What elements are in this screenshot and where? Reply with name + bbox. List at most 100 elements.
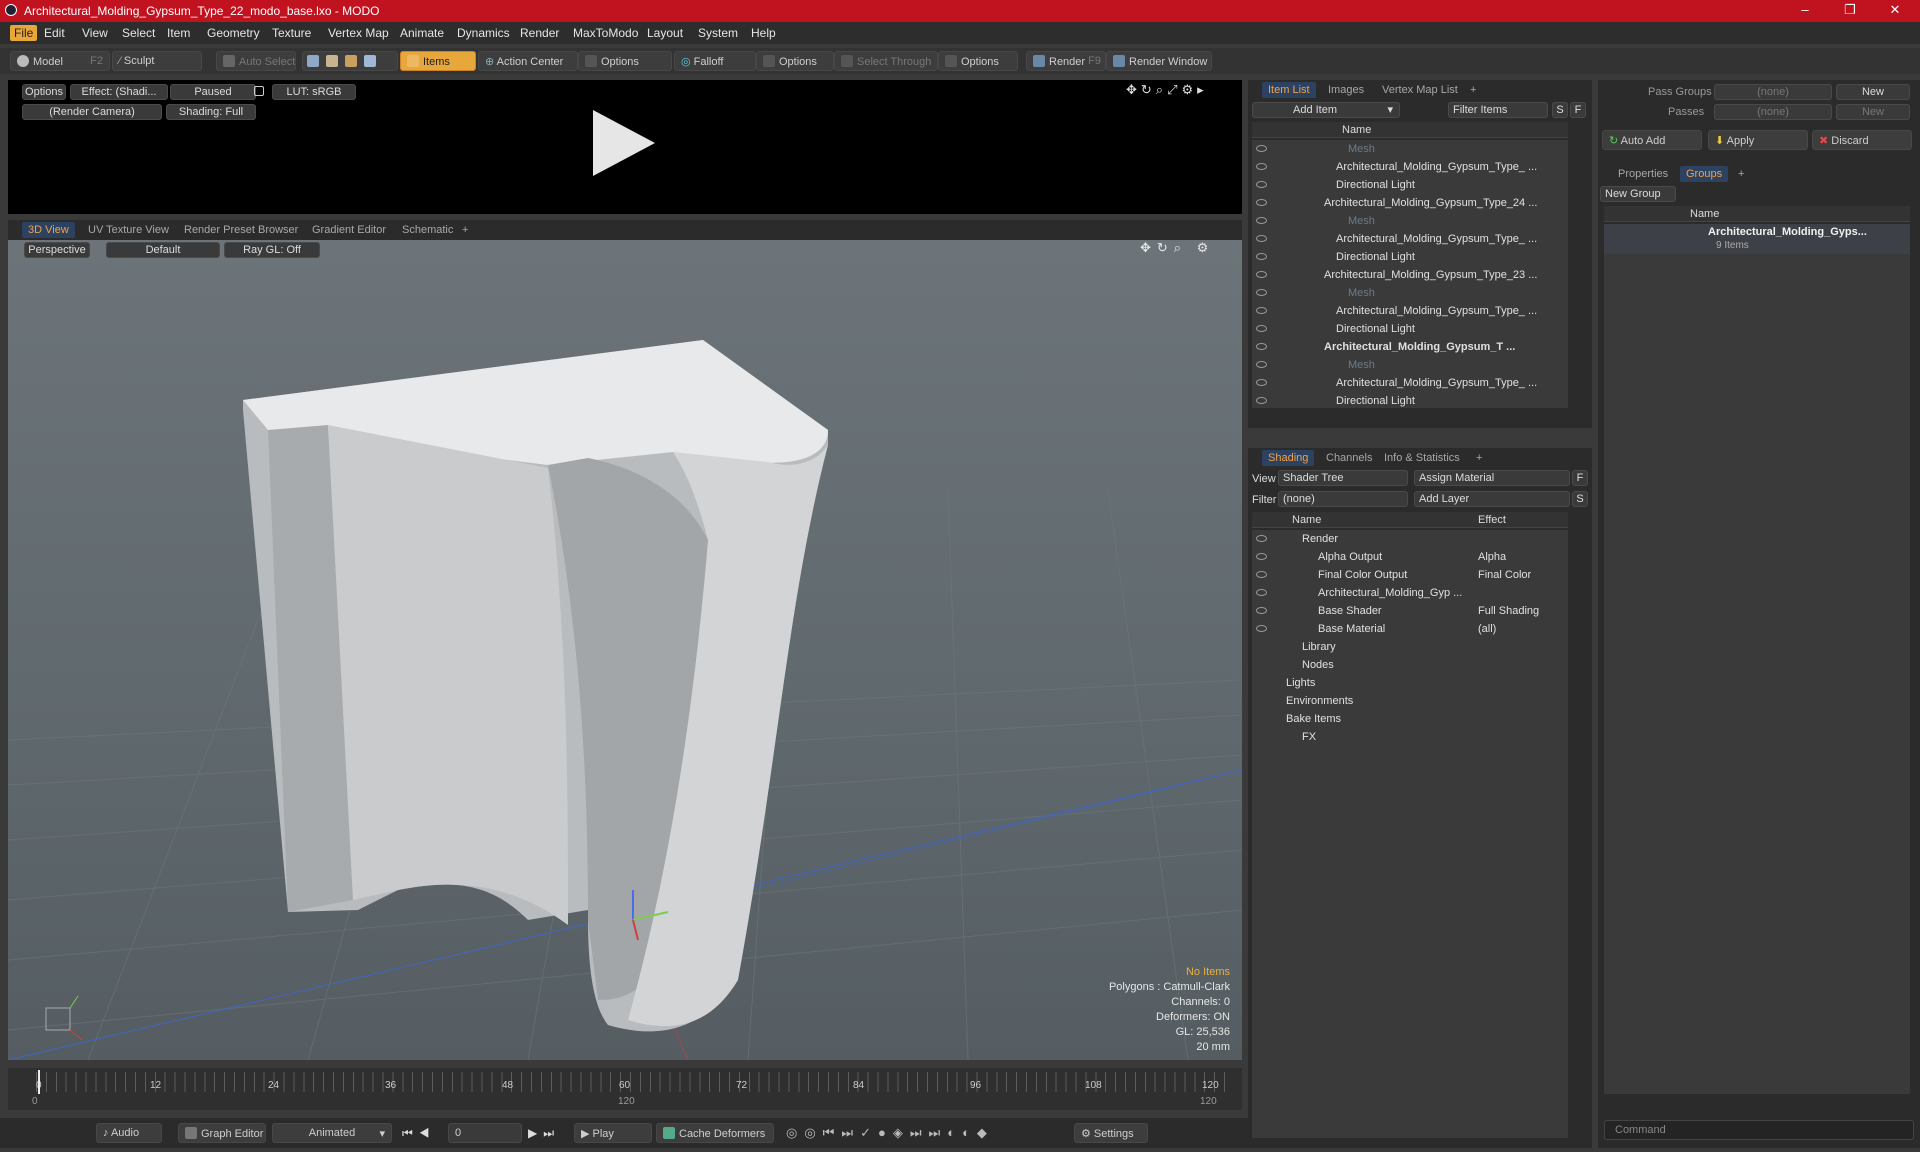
item-list-row[interactable]: Mesh [1252, 284, 1568, 302]
menu-help[interactable]: Help [751, 26, 776, 40]
visibility-eye-icon[interactable] [1256, 199, 1267, 206]
shader-tree-row[interactable]: Base Shader Full Shading [1252, 602, 1568, 620]
maximize-button[interactable]: ❐ [1835, 2, 1865, 18]
viewport-nav-icons[interactable]: ✥↻⌕ ⚙ [1140, 240, 1214, 256]
shader-tree-row[interactable]: Lights [1252, 674, 1568, 692]
action-center-button[interactable]: ⊕ Action Center [478, 51, 578, 71]
menu-item[interactable]: Item [167, 26, 190, 40]
visibility-eye-icon[interactable] [1256, 163, 1267, 170]
shader-tree-row[interactable]: Bake Items [1252, 710, 1568, 728]
assign-material-button[interactable]: Assign Material [1414, 470, 1570, 486]
auto-select-button[interactable]: Auto Select [216, 51, 296, 71]
tab-images[interactable]: Images [1322, 82, 1370, 98]
new-group-button[interactable]: New Group [1600, 186, 1676, 202]
item-list-row[interactable]: Architectural_Molding_Gypsum_Type_ ... [1252, 302, 1568, 320]
render-camera-dropdown[interactable]: (Render Camera) [22, 104, 162, 120]
lock-icon[interactable] [254, 86, 264, 96]
shader-tree-row[interactable]: Environments [1252, 692, 1568, 710]
pass-groups-dropdown[interactable]: (none) [1714, 84, 1832, 100]
tab-info-statistics[interactable]: Info & Statistics [1378, 450, 1466, 466]
menu-texture[interactable]: Texture [272, 26, 311, 40]
sculpt-mode-button[interactable]: ⁄ Sculpt [112, 51, 202, 71]
menu-select[interactable]: Select [122, 26, 155, 40]
add-tab-icon[interactable]: + [456, 222, 474, 238]
menu-vertex-map[interactable]: Vertex Map [328, 26, 389, 40]
visibility-eye-icon[interactable] [1256, 379, 1267, 386]
add-tab-icon[interactable]: + [1464, 82, 1482, 98]
visibility-eye-icon[interactable] [1256, 253, 1267, 260]
shader-tree-row[interactable]: Nodes [1252, 656, 1568, 674]
shader-tree-row[interactable]: Library [1252, 638, 1568, 656]
default-style-dropdown[interactable]: Default [106, 242, 220, 258]
item-list-s-button[interactable]: S [1552, 102, 1568, 118]
tab-vertex-map-list[interactable]: Vertex Map List [1376, 82, 1464, 98]
visibility-eye-icon[interactable] [1256, 553, 1267, 560]
tab-item-list[interactable]: Item List [1262, 82, 1316, 98]
item-list-row[interactable]: Architectural_Molding_Gypsum_T ... [1252, 338, 1568, 356]
visibility-eye-icon[interactable] [1256, 289, 1267, 296]
apply-button[interactable]: ⬇ Apply [1708, 130, 1808, 150]
item-list-row[interactable]: Directional Light [1252, 320, 1568, 338]
play-icon[interactable] [593, 110, 655, 176]
menu-render[interactable]: Render [520, 26, 559, 40]
visibility-eye-icon[interactable] [1256, 343, 1267, 350]
frame-step-buttons[interactable]: ⏮◀ [402, 1126, 436, 1141]
command-input[interactable]: Command [1604, 1120, 1914, 1140]
visibility-eye-icon[interactable] [1256, 217, 1267, 224]
edges-mode-icon[interactable] [326, 55, 339, 67]
menu-dynamics[interactable]: Dynamics [457, 26, 510, 40]
falloff-options-button[interactable]: Options [756, 51, 834, 71]
visibility-eye-icon[interactable] [1256, 181, 1267, 188]
tab-render-preset-browser[interactable]: Render Preset Browser [178, 222, 304, 238]
item-list-row[interactable]: Architectural_Molding_Gypsum_Type_ ... [1252, 374, 1568, 392]
item-list-row[interactable]: Mesh [1252, 140, 1568, 158]
falloff-button[interactable]: ◎ Falloff [674, 51, 756, 71]
tab-schematic[interactable]: Schematic [396, 222, 459, 238]
preview-effect-dropdown[interactable]: Effect: (Shadi... [70, 84, 168, 100]
group-row[interactable]: Architectural_Molding_Gyps... 9 Items [1604, 224, 1910, 254]
filter-dropdown[interactable]: (none) [1278, 491, 1408, 507]
frame-forward-buttons[interactable]: ▶⏭ [528, 1126, 560, 1141]
visibility-eye-icon[interactable] [1256, 271, 1267, 278]
frame-input[interactable]: 0 [448, 1123, 522, 1143]
playhead[interactable] [38, 1070, 40, 1094]
cache-deformers-button[interactable]: Cache Deformers [656, 1123, 774, 1143]
passes-dropdown[interactable]: (none) [1714, 104, 1832, 120]
new-pass-button[interactable]: New [1836, 104, 1910, 120]
visibility-eye-icon[interactable] [1256, 625, 1267, 632]
menu-view[interactable]: View [82, 26, 108, 40]
tab-gradient-editor[interactable]: Gradient Editor [306, 222, 392, 238]
raygl-dropdown[interactable]: Ray GL: Off [224, 242, 320, 258]
key-tool-icons[interactable]: ◎◎⏮⏭✓●◈⏭⏭◐◐◆ [786, 1125, 994, 1141]
menu-layout[interactable]: Layout [647, 26, 683, 40]
render-window-button[interactable]: Render Window [1106, 51, 1212, 71]
menu-animate[interactable]: Animate [400, 26, 444, 40]
tab-3d-view[interactable]: 3D View [22, 222, 75, 238]
visibility-eye-icon[interactable] [1256, 607, 1267, 614]
tab-shading[interactable]: Shading [1262, 450, 1315, 466]
visibility-eye-icon[interactable] [1256, 145, 1267, 152]
visibility-eye-icon[interactable] [1256, 361, 1267, 368]
preview-nav-icons[interactable]: ✥↻⌕⤢⚙▸ [1126, 82, 1208, 98]
visibility-eye-icon[interactable] [1256, 589, 1267, 596]
item-list-row[interactable]: Architectural_Molding_Gypsum_Type_24 ... [1252, 194, 1568, 212]
preview-paused-button[interactable]: Paused [170, 84, 256, 100]
model-mode-button[interactable]: Model F2 [10, 51, 110, 71]
shader-row-effect[interactable]: (all) [1478, 623, 1496, 635]
item-list-row[interactable]: Directional Light [1252, 248, 1568, 266]
shading-s-button[interactable]: S [1572, 491, 1588, 507]
molding-mesh[interactable] [243, 340, 828, 1032]
visibility-eye-icon[interactable] [1256, 235, 1267, 242]
shader-tree-dropdown[interactable]: Shader Tree [1278, 470, 1408, 486]
shader-tree-row[interactable]: Render [1252, 530, 1568, 548]
visibility-eye-icon[interactable] [1256, 535, 1267, 542]
tab-groups[interactable]: Groups [1680, 166, 1729, 182]
timeline[interactable]: 0 12 24 36 48 60 72 84 96 108 120 0 120 … [8, 1068, 1242, 1110]
tab-channels[interactable]: Channels [1320, 450, 1378, 466]
item-list-row[interactable]: Architectural_Molding_Gypsum_Type_23 ... [1252, 266, 1568, 284]
animated-dropdown[interactable]: Animated ▾ [272, 1123, 392, 1143]
visibility-eye-icon[interactable] [1256, 325, 1267, 332]
materials-mode-icon[interactable] [364, 55, 377, 67]
menu-edit[interactable]: Edit [44, 26, 65, 40]
filter-items-input[interactable]: Filter Items [1448, 102, 1548, 118]
